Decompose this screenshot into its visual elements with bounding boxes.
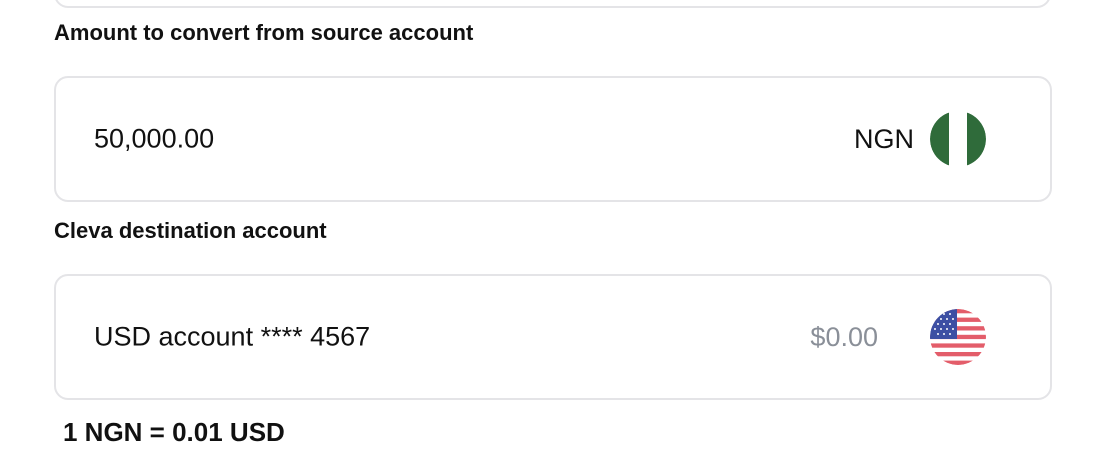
destination-account-label: Cleva destination account — [54, 218, 327, 243]
exchange-rate: 1 NGN = 0.01 USD — [63, 417, 285, 447]
destination-account-field[interactable]: USD account **** 4567 $0.00 — [54, 274, 1052, 400]
source-amount-label: Amount to convert from source account — [54, 20, 474, 45]
usa-flag-icon — [930, 309, 986, 365]
previous-field-card[interactable] — [54, 0, 1051, 8]
convert-form: Amount to convert from source account 50… — [0, 0, 1102, 472]
source-amount-value[interactable]: 50,000.00 — [94, 124, 214, 155]
destination-account-name: USD account **** 4567 — [94, 321, 371, 352]
source-currency-code: NGN — [854, 123, 914, 154]
source-amount-field[interactable]: 50,000.00 NGN — [54, 76, 1052, 202]
source-currency-selector[interactable]: NGN — [854, 111, 986, 167]
nigeria-flag-icon — [930, 111, 986, 167]
destination-balance: $0.00 — [810, 321, 878, 352]
destination-account-details: $0.00 — [810, 309, 986, 365]
